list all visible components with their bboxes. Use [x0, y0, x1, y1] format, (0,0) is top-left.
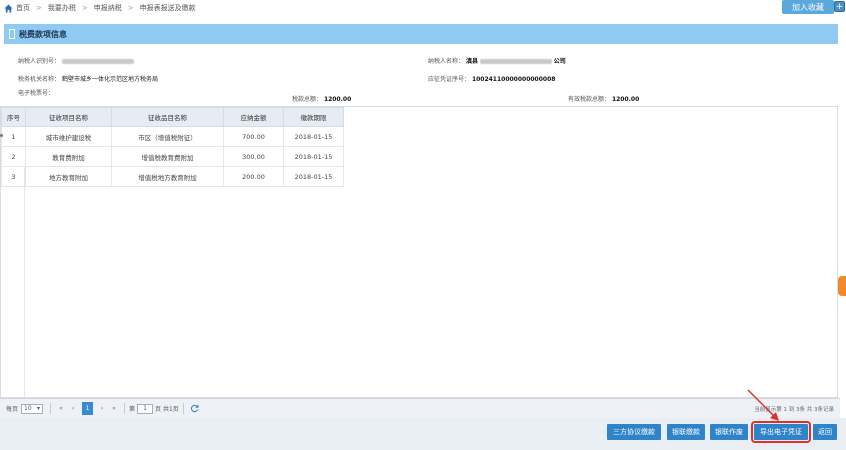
pagination-bar: 每页 10 ▾ « ‹ 1 › » 第 1 页 共1页 当前显示第 1 到 3条… — [0, 398, 840, 418]
breadcrumb: 首页 > 我要办税 > 申报纳税 > 申报表报送及缴款 — [0, 3, 196, 13]
home-icon[interactable] — [4, 3, 13, 13]
voucher-row: 应征凭证序号： 10024110000000000008 — [428, 74, 555, 83]
column-header-index[interactable]: 序号 — [1, 107, 26, 127]
row-deadline: 2018-01-15 — [283, 126, 344, 147]
valid-total-label: 有效税款总额： — [568, 96, 611, 103]
table-row[interactable]: 1 城市维护建设税 市区（增值税附征） 700.00 2018-01-15 — [1, 126, 344, 147]
row-subitem-name: 增值税地方教育附加 — [111, 166, 224, 187]
row-subitem-name: 增值税教育费附加 — [111, 146, 224, 167]
tax-office-value: 鹤壁市城乡一体化示范区地方税务局 — [61, 76, 158, 83]
unionpay-payment-button[interactable]: 银联缴款 — [667, 424, 705, 440]
back-button[interactable]: 返回 — [813, 424, 837, 440]
breadcrumb-declare[interactable]: 申报纳税 — [94, 3, 122, 13]
per-page-label: 每页 — [6, 406, 19, 413]
total-value: 1200.00 — [323, 96, 352, 103]
row-item-name: 地方教育附加 — [25, 166, 112, 187]
unionpay-payment-label: 银联缴款 — [672, 428, 700, 436]
back-label: 返回 — [818, 428, 832, 436]
add-favorite-label: 加入收藏 — [792, 2, 824, 12]
per-page-select[interactable]: 10 ▾ — [21, 403, 44, 414]
page-number-value: 1 — [143, 405, 147, 412]
taxpayer-name-suffix: 公司 — [553, 58, 566, 65]
export-voucher-label: 导出电子凭证 — [760, 428, 802, 436]
column-header-amount[interactable]: 应纳金额 — [223, 107, 284, 127]
column-header-deadline[interactable]: 缴款期限 — [283, 107, 344, 127]
section-title: 税费款项信息 — [19, 29, 67, 39]
breadcrumb-separator: > — [81, 4, 88, 12]
page-prefix: 第 — [129, 406, 136, 413]
add-favorite-button[interactable]: 加入收藏 — [782, 0, 834, 14]
breadcrumb-current: 申报表报送及缴款 — [139, 4, 196, 12]
taxpayer-name-row: 纳税人名称： 滇县 公司 — [428, 56, 566, 65]
document-icon — [9, 29, 15, 39]
row-amount: 200.00 — [223, 166, 284, 187]
row-amount: 300.00 — [223, 146, 284, 167]
voucher-value: 10024110000000000008 — [471, 76, 556, 83]
taxpayer-name-prefix: 滇县 — [465, 58, 478, 65]
ticket-row: 电子税票号： — [18, 88, 54, 97]
taxpayer-name-redacted — [479, 59, 552, 64]
tax-items-grid: 序号 征收项目名称 征收品目名称 应纳金额 缴款期限 1 城市维护建设税 市区（… — [0, 106, 838, 398]
valid-total-value: 1200.00 — [611, 96, 640, 103]
table-row[interactable]: 2 教育费附加 增值税教育费附加 300.00 2018-01-15 — [1, 146, 344, 167]
breadcrumb-tax-service[interactable]: 我要办税 — [48, 3, 76, 13]
table-row[interactable]: 3 地方教育附加 增值税地方教育附加 200.00 2018-01-15 — [1, 166, 344, 187]
tax-items-table: 序号 征收项目名称 征收品目名称 应纳金额 缴款期限 1 城市维护建设税 市区（… — [1, 107, 344, 187]
index-column-filler — [1, 167, 25, 397]
total-label: 税款总额： — [292, 96, 323, 103]
row-amount: 700.00 — [223, 126, 284, 147]
tax-office-row: 税务机关名称： 鹤壁市城乡一体化示范区地方税务局 — [18, 74, 158, 83]
breadcrumb-home[interactable]: 首页 — [16, 3, 30, 13]
ticket-label: 电子税票号： — [18, 90, 55, 97]
taxpayer-id-row: 纳税人识别号： — [18, 56, 134, 65]
pager-divider — [182, 403, 184, 414]
tax-office-label: 税务机关名称： — [18, 76, 61, 83]
pager-divider — [124, 403, 126, 414]
breadcrumb-separator: > — [127, 4, 134, 12]
row-deadline: 2018-01-15 — [283, 146, 344, 167]
annotation-arrow-icon — [747, 389, 779, 421]
page-number-input[interactable]: 1 — [137, 403, 154, 414]
row-subitem-name: 市区（增值税附征） — [111, 126, 224, 147]
row-index: 1 — [1, 126, 26, 147]
page-suffix: 页 共1页 — [155, 406, 179, 413]
row-deadline: 2018-01-15 — [283, 166, 344, 187]
unionpay-void-label: 银联作废 — [715, 428, 743, 436]
column-header-item-name[interactable]: 征收项目名称 — [25, 107, 112, 127]
section-header: 税费款项信息 — [4, 24, 838, 44]
top-bar: 首页 > 我要办税 > 申报纳税 > 申报表报送及缴款 加入收藏 + — [0, 0, 846, 16]
breadcrumb-separator: > — [36, 4, 42, 12]
unionpay-void-button[interactable]: 银联作废 — [710, 424, 748, 440]
taxpayer-id-redacted — [61, 59, 134, 64]
three-party-payment-button[interactable]: 三方协议缴款 — [607, 424, 661, 440]
three-party-payment-label: 三方协议缴款 — [613, 428, 655, 436]
prev-page-button[interactable]: ‹ — [67, 405, 79, 412]
refresh-icon[interactable] — [190, 404, 199, 413]
dropdown-arrow-icon: ▾ — [37, 405, 41, 412]
taxpayer-name-label: 纳税人名称： — [428, 58, 465, 65]
row-index: 2 — [1, 146, 26, 167]
table-header-row: 序号 征收项目名称 征收品目名称 应纳金额 缴款期限 — [1, 107, 344, 127]
action-bar: 三方协议缴款 银联缴款 银联作废 导出电子凭证 返回 — [0, 418, 846, 450]
row-item-name: 城市维护建设税 — [25, 126, 112, 147]
last-page-button[interactable]: » — [108, 405, 120, 412]
total-row: 税款总额： 1200.00 — [292, 94, 351, 103]
plus-icon[interactable]: + — [834, 1, 845, 12]
row-selection-marker — [0, 134, 3, 137]
voucher-label: 应征凭证序号： — [428, 76, 471, 83]
current-page-button[interactable]: 1 — [82, 402, 94, 415]
next-page-button[interactable]: › — [96, 405, 108, 412]
valid-total-row: 有效税款总额： 1200.00 — [568, 94, 639, 103]
tax-info-panel: 纳税人识别号： 纳税人名称： 滇县 公司 税务机关名称： 鹤壁市城乡一体化示范区… — [4, 46, 838, 106]
per-page-value: 10 — [24, 405, 32, 412]
row-item-name: 教育费附加 — [25, 146, 112, 167]
taxpayer-id-label: 纳税人识别号： — [18, 58, 61, 65]
first-page-button[interactable]: « — [55, 405, 67, 412]
pager-divider — [50, 403, 52, 414]
column-header-subitem-name[interactable]: 征收品目名称 — [111, 107, 224, 127]
side-feedback-tab[interactable] — [838, 276, 846, 296]
